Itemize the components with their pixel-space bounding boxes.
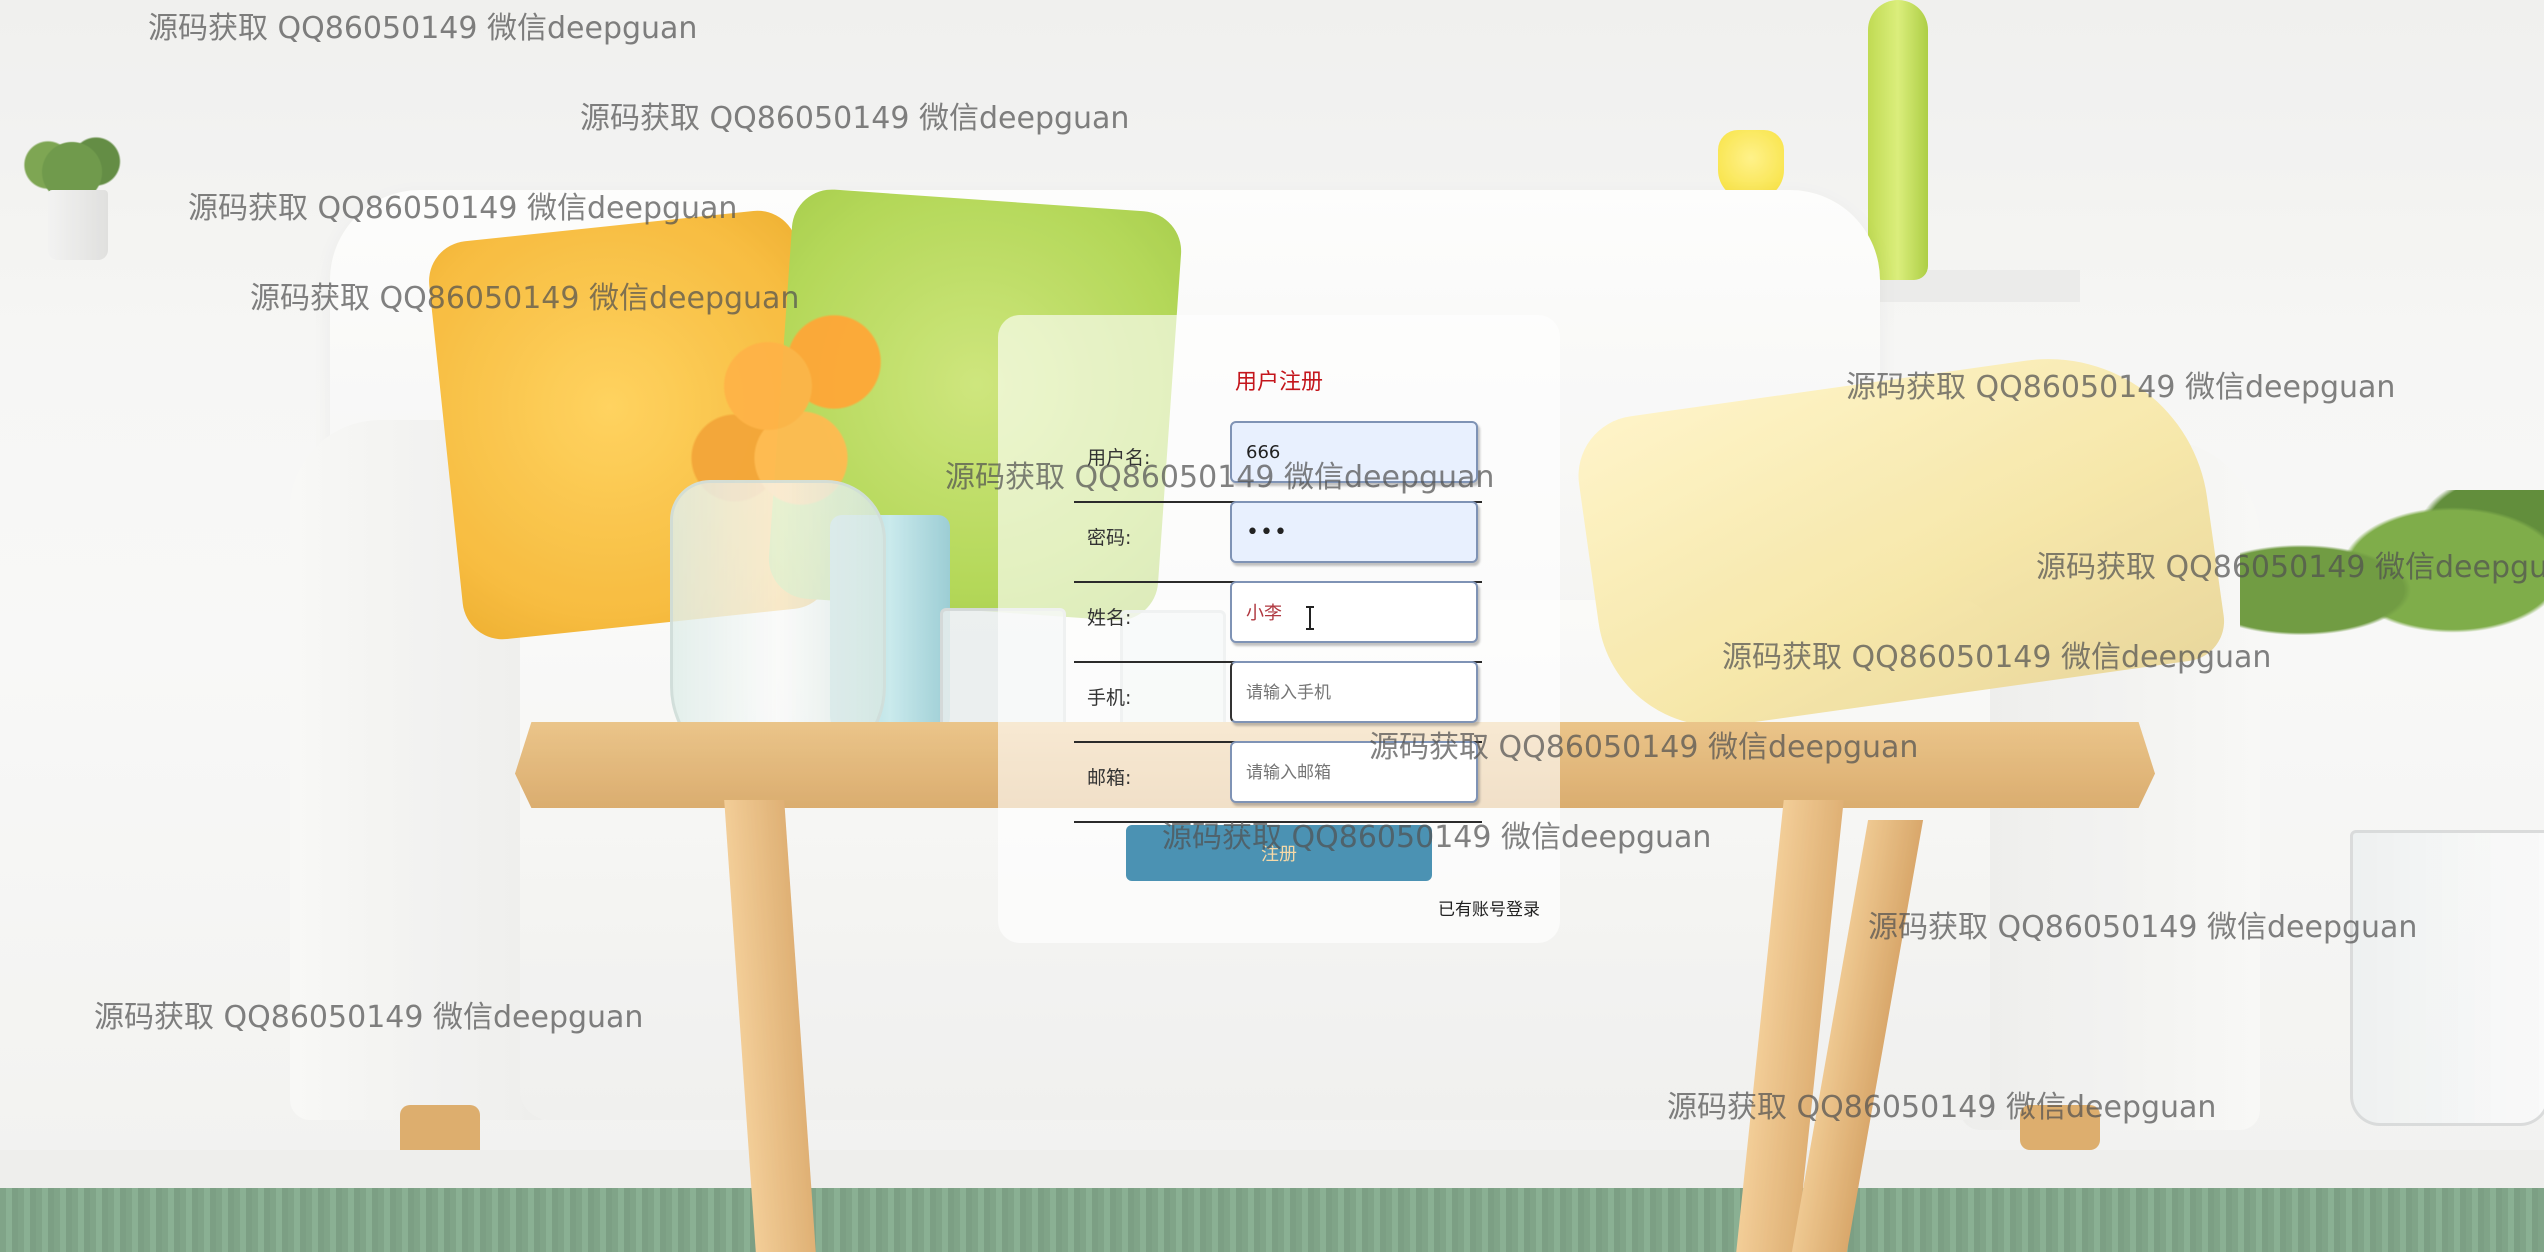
username-input[interactable] bbox=[1230, 421, 1478, 483]
phone-row: 手机: bbox=[1074, 661, 1482, 743]
text-cursor-icon bbox=[1306, 606, 1314, 630]
name-row: 姓名: bbox=[1074, 581, 1482, 663]
phone-label: 手机: bbox=[1087, 687, 1132, 709]
register-button[interactable]: 注册 bbox=[1126, 825, 1432, 881]
username-label: 用户名: bbox=[1087, 447, 1151, 469]
name-input[interactable] bbox=[1230, 581, 1478, 643]
login-link[interactable]: 已有账号登录 bbox=[1438, 895, 1540, 920]
password-label: 密码: bbox=[1087, 527, 1132, 549]
email-label: 邮箱: bbox=[1087, 767, 1132, 789]
name-label: 姓名: bbox=[1087, 607, 1132, 629]
register-card: 用户注册 用户名: 密码: 姓名: 手机: 邮箱: 注册 已有账号登录 bbox=[998, 315, 1560, 943]
password-row: 密码: bbox=[1074, 501, 1482, 583]
phone-input[interactable] bbox=[1230, 661, 1478, 723]
password-input[interactable] bbox=[1230, 501, 1478, 563]
register-title: 用户注册 bbox=[1234, 370, 1323, 395]
email-row: 邮箱: bbox=[1074, 741, 1482, 823]
username-row: 用户名: bbox=[1074, 421, 1482, 503]
email-input[interactable] bbox=[1230, 741, 1478, 803]
